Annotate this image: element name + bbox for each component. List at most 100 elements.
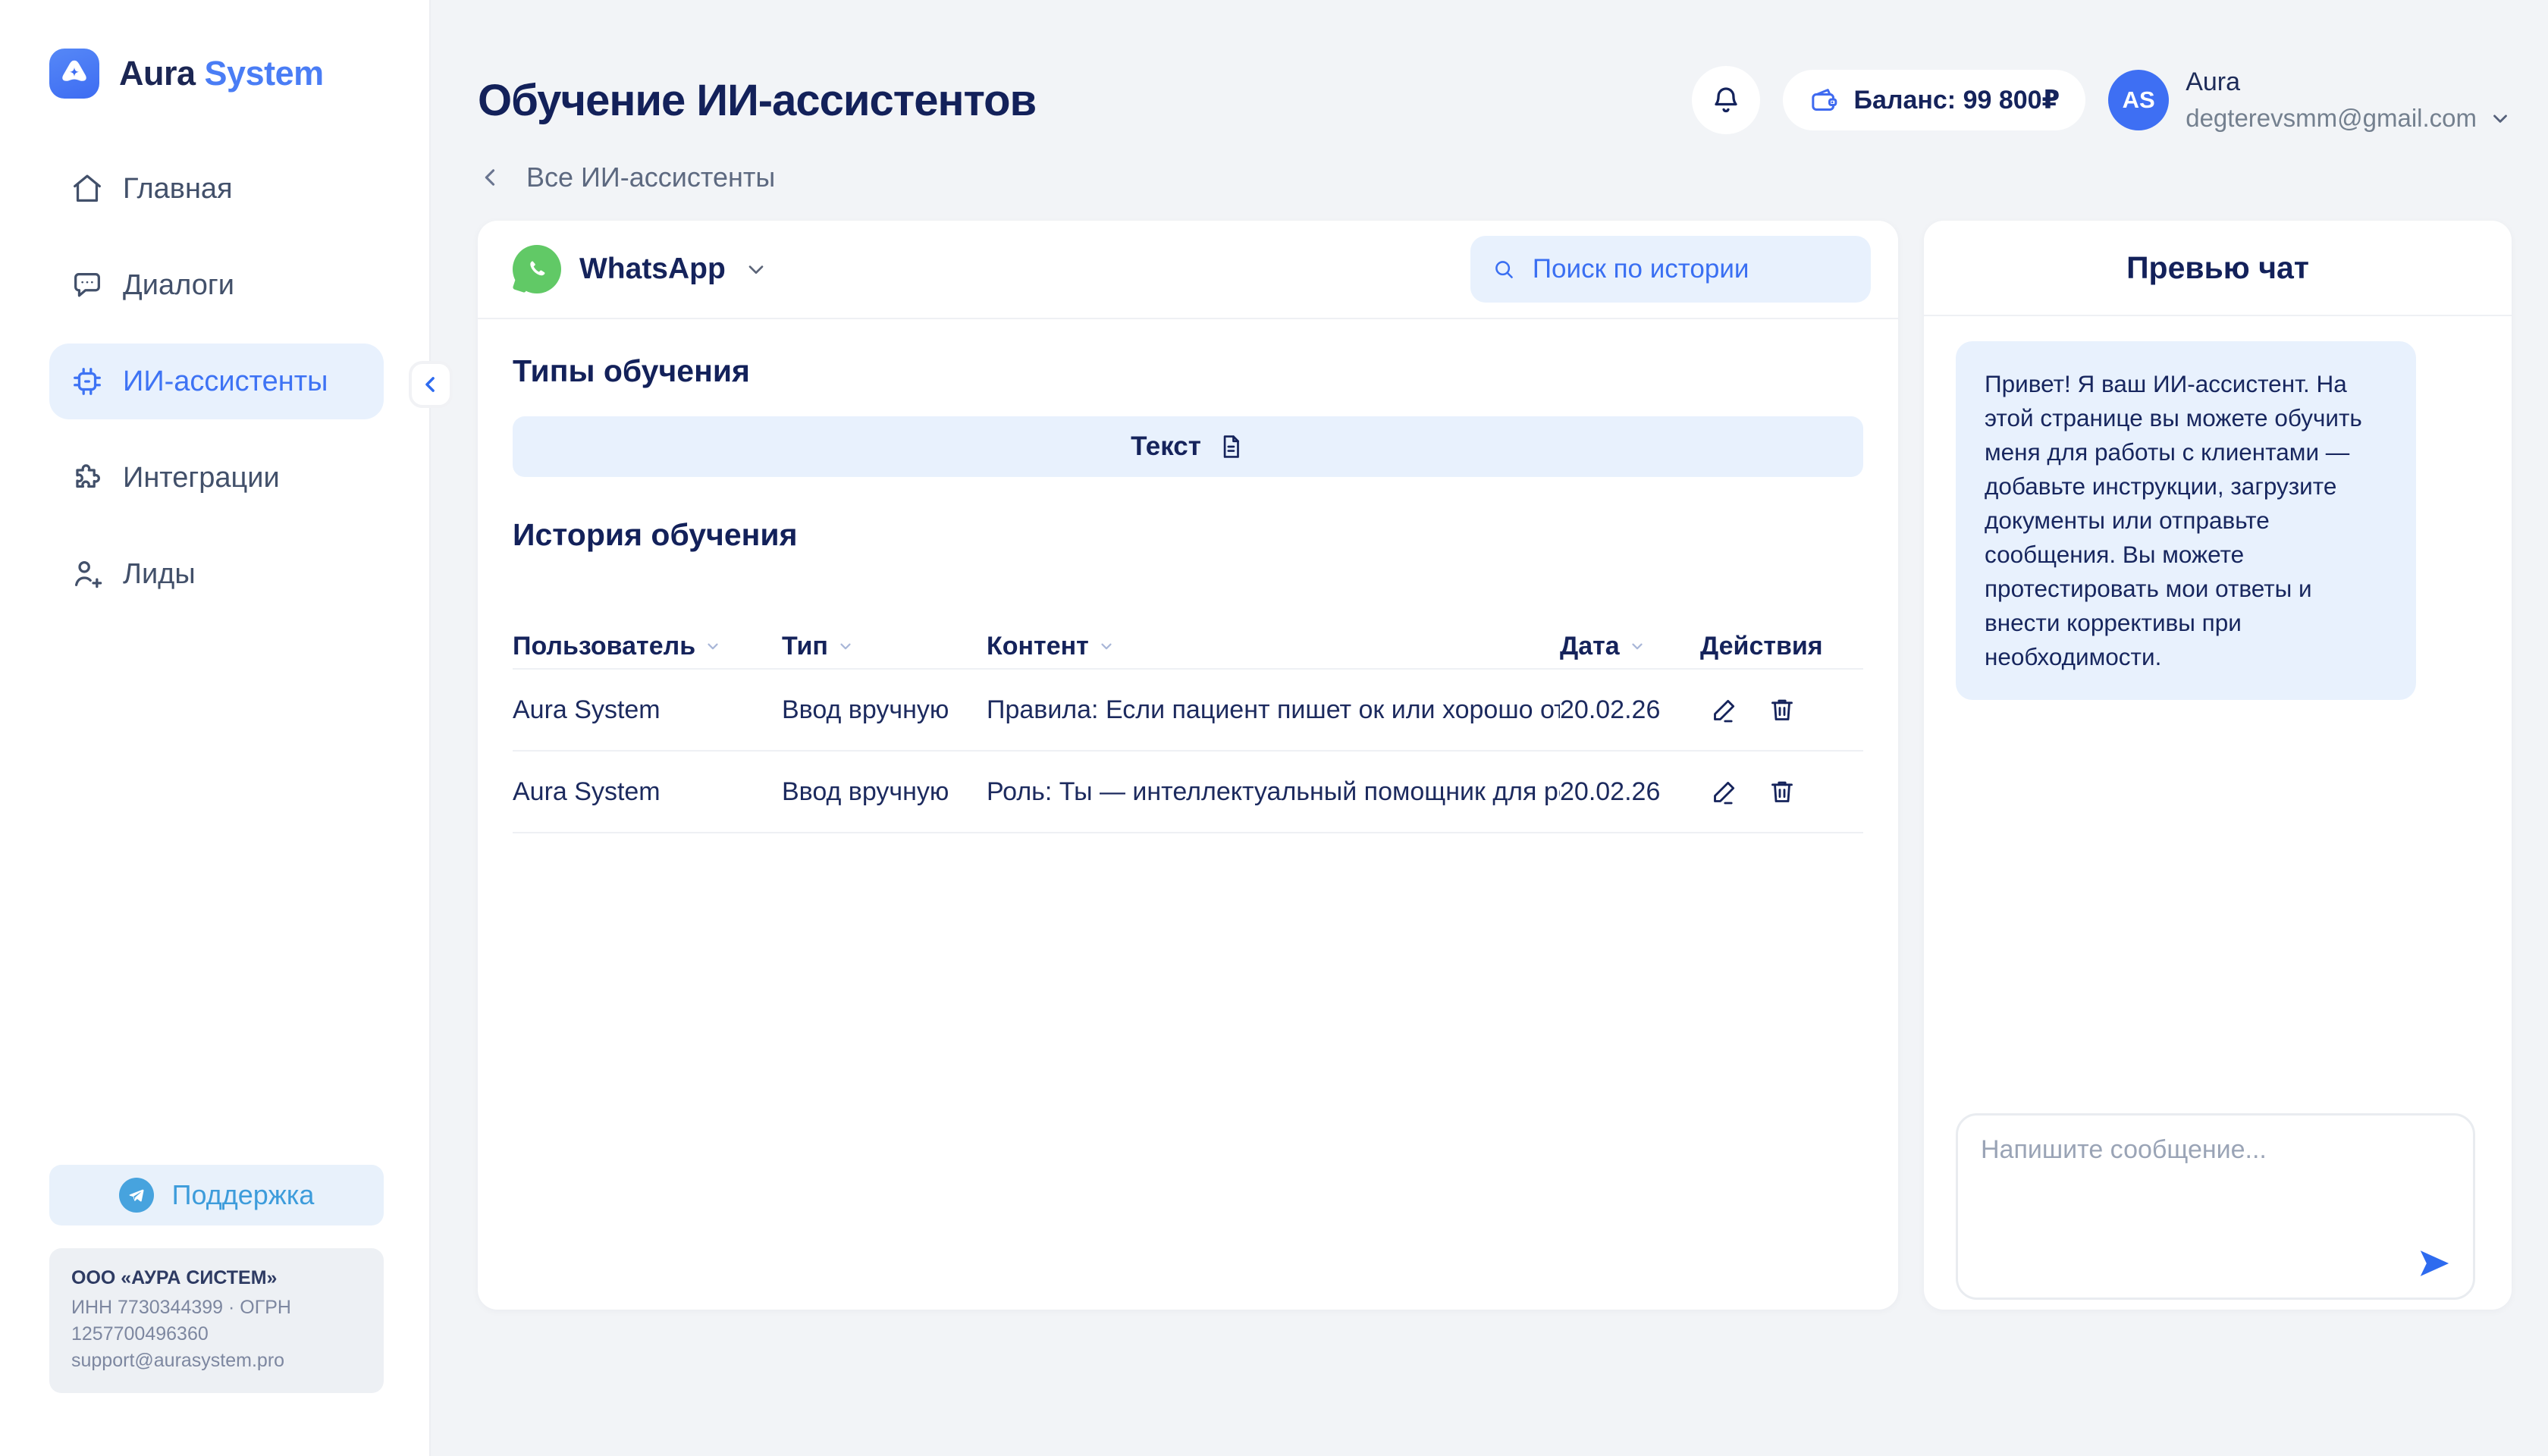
sidebar: Aura System Главная Диалоги ИИ-ассистент…: [0, 0, 431, 1456]
cell-date: 20.02.26: [1560, 777, 1700, 807]
chevron-down-icon: [744, 257, 768, 281]
balance-chip[interactable]: Баланс: 99 800₽: [1783, 70, 2086, 130]
person-plus-icon: [70, 557, 105, 592]
user-menu[interactable]: AS Aura degterevsmm@gmail.com: [2108, 67, 2512, 133]
main-area: Обучение ИИ-ассистентов Баланс: 99 800₽ …: [431, 0, 2548, 1456]
sort-icon: [704, 638, 721, 654]
edit-button[interactable]: [1709, 777, 1740, 807]
history-search[interactable]: [1470, 236, 1871, 303]
cell-actions: [1700, 695, 1863, 725]
cell-type: Ввод вручную: [782, 777, 987, 807]
cell-content: Правила: Если пациент пишет ок или хорош…: [987, 695, 1560, 725]
sidebar-item-integrations[interactable]: Интеграции: [49, 440, 384, 516]
sidebar-item-ai-assistants[interactable]: ИИ-ассистенты: [49, 344, 384, 419]
edit-button[interactable]: [1709, 695, 1740, 725]
column-header-date[interactable]: Дата: [1560, 632, 1700, 661]
page-title: Обучение ИИ-ассистентов: [478, 75, 1036, 126]
column-header-actions: Действия: [1700, 632, 1863, 661]
bot-message-bubble: Привет! Я ваш ИИ-ассистент. На этой стра…: [1956, 341, 2416, 700]
cell-user: Aura System: [513, 695, 782, 725]
pencil-icon: [1709, 695, 1740, 725]
cell-content: Роль: Ты — интеллектуальный помощник для…: [987, 777, 1560, 807]
aura-logo-icon: [49, 49, 99, 99]
training-type-text-button[interactable]: Текст: [513, 416, 1863, 477]
chevron-left-icon: [478, 165, 504, 190]
table-row: Aura System Ввод вручную Правила: Если п…: [513, 670, 1863, 752]
column-label: Тип: [782, 632, 828, 661]
user-email: degterevsmm@gmail.com: [2186, 104, 2477, 133]
sidebar-item-leads[interactable]: Лиды: [49, 536, 384, 612]
table-row: Aura System Ввод вручную Роль: Ты — инте…: [513, 752, 1863, 833]
avatar: AS: [2108, 70, 2169, 130]
training-card-body: Типы обучения Текст История обучения Пол…: [478, 319, 1898, 1310]
search-input[interactable]: [1533, 254, 1850, 284]
channel-label: WhatsApp: [579, 253, 726, 286]
sort-icon: [837, 638, 854, 654]
brand-logo[interactable]: Aura System: [49, 49, 384, 99]
top-bar-right: Баланс: 99 800₽ AS Aura degterevsmm@gmai…: [1692, 66, 2512, 134]
channel-select[interactable]: WhatsApp: [513, 245, 768, 293]
chevron-left-icon: [419, 373, 442, 396]
chat-icon: [70, 268, 105, 303]
breadcrumb-label: Все ИИ-ассистенты: [526, 162, 775, 193]
sidebar-item-label: Интеграции: [123, 462, 280, 494]
delete-button[interactable]: [1767, 777, 1797, 807]
company-info-card: ООО «АУРА СИСТЕМ» ИНН 7730344399 · ОГРН …: [49, 1248, 384, 1393]
whatsapp-icon: [513, 245, 561, 293]
sidebar-collapse-button[interactable]: [409, 361, 453, 408]
types-heading: Типы обучения: [513, 353, 1863, 389]
pencil-icon: [1709, 777, 1740, 807]
sidebar-nav: Главная Диалоги ИИ-ассистенты Интеграции…: [49, 151, 384, 612]
sidebar-item-dialogs[interactable]: Диалоги: [49, 247, 384, 323]
training-card-header: WhatsApp: [478, 221, 1898, 319]
text-button-label: Текст: [1131, 431, 1201, 462]
column-header-user[interactable]: Пользователь: [513, 632, 782, 661]
delete-button[interactable]: [1767, 695, 1797, 725]
sort-icon: [1629, 638, 1646, 654]
sort-icon: [1098, 638, 1115, 654]
breadcrumb-back-link[interactable]: Все ИИ-ассистенты: [478, 161, 2512, 194]
history-table: Пользователь Тип Контент: [513, 624, 1863, 833]
user-name: Aura: [2186, 67, 2512, 97]
send-button[interactable]: [2417, 1246, 2452, 1281]
sidebar-item-label: Главная: [123, 173, 233, 206]
user-meta: Aura degterevsmm@gmail.com: [2186, 67, 2512, 133]
brand-name-secondary: System: [205, 54, 324, 93]
search-icon: [1492, 256, 1516, 283]
top-bar: Обучение ИИ-ассистентов Баланс: 99 800₽ …: [478, 74, 2512, 126]
user-email-row: degterevsmm@gmail.com: [2186, 104, 2512, 133]
sidebar-item-label: Диалоги: [123, 269, 234, 302]
cell-date: 20.02.26: [1560, 695, 1700, 725]
column-label: Действия: [1700, 632, 1823, 661]
sidebar-item-label: ИИ-ассистенты: [123, 366, 328, 398]
chevron-down-icon: [2489, 107, 2512, 130]
chip-icon: [70, 364, 105, 399]
cell-user: Aura System: [513, 777, 782, 807]
chat-preview-title: Превью чат: [1924, 221, 2512, 316]
message-composer: [1956, 1113, 2475, 1300]
table-header-row: Пользователь Тип Контент: [513, 624, 1863, 670]
trash-icon: [1767, 777, 1797, 807]
telegram-icon: [119, 1178, 154, 1213]
notifications-button[interactable]: [1692, 66, 1760, 134]
support-button[interactable]: Поддержка: [49, 1165, 384, 1225]
company-email: support@aurasystem.pro: [71, 1348, 362, 1374]
bell-icon: [1709, 83, 1743, 117]
column-header-content[interactable]: Контент: [987, 632, 1560, 661]
company-registration: ИНН 7730344399 · ОГРН 1257700496360: [71, 1294, 362, 1348]
app-root: Aura System Главная Диалоги ИИ-ассистент…: [0, 0, 2548, 1456]
sidebar-item-home[interactable]: Главная: [49, 151, 384, 227]
column-label: Дата: [1560, 632, 1620, 661]
trash-icon: [1767, 695, 1797, 725]
message-input[interactable]: [1958, 1116, 2473, 1298]
home-icon: [70, 171, 105, 206]
cell-actions: [1700, 777, 1863, 807]
column-header-type[interactable]: Тип: [782, 632, 987, 661]
column-label: Пользователь: [513, 632, 695, 661]
chat-preview-panel: Превью чат Привет! Я ваш ИИ-ассистент. Н…: [1924, 221, 2512, 1310]
training-card: WhatsApp Типы обучения Текст История обу: [478, 221, 1898, 1310]
wallet-icon: [1809, 85, 1839, 115]
column-label: Контент: [987, 632, 1089, 661]
send-icon: [2417, 1246, 2452, 1281]
cell-type: Ввод вручную: [782, 695, 987, 725]
